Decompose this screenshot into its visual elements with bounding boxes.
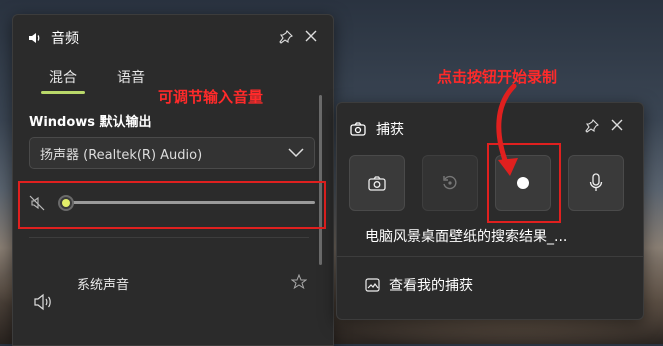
capture-title: 捕获	[376, 122, 404, 138]
audio-widget: 音频 混合 语音 Windows 默认输出 扬声器 (Realtek(R) Au…	[12, 14, 334, 346]
volume-hint-annotation: 可调节输入音量	[158, 88, 264, 106]
speaker-icon	[27, 30, 43, 46]
scrollbar[interactable]	[319, 95, 322, 265]
gallery-icon	[365, 277, 381, 293]
pin-icon[interactable]	[279, 30, 293, 44]
chevron-down-icon	[288, 148, 304, 158]
view-captures-label: 查看我的捕获	[389, 278, 473, 294]
microphone-icon	[589, 173, 603, 193]
audio-header: 音频	[27, 28, 79, 48]
divider	[337, 256, 643, 257]
close-icon[interactable]	[305, 30, 317, 42]
record-last-button[interactable]	[422, 155, 478, 211]
replay-icon	[441, 174, 459, 192]
volume-highlight-box	[18, 181, 326, 229]
view-captures-link[interactable]: 查看我的捕获	[365, 275, 473, 295]
system-sounds-speaker-icon	[33, 293, 53, 311]
arrow-icon	[496, 84, 518, 176]
tab-voice[interactable]: 语音	[117, 67, 145, 87]
last-capture-filename[interactable]: 电脑风景桌面壁纸的搜索结果_...	[365, 226, 567, 246]
star-icon[interactable]	[291, 274, 307, 290]
camera-icon	[368, 175, 386, 191]
divider	[29, 237, 309, 238]
tab-mix-indicator	[41, 91, 85, 94]
tab-mix[interactable]: 混合	[49, 67, 77, 87]
close-icon[interactable]	[611, 119, 623, 131]
pin-icon[interactable]	[585, 119, 599, 133]
output-device-value: 扬声器 (Realtek(R) Audio)	[40, 147, 203, 163]
output-device-dropdown[interactable]: 扬声器 (Realtek(R) Audio)	[29, 137, 315, 169]
microphone-button[interactable]	[568, 155, 624, 211]
default-output-label: Windows 默认输出	[29, 115, 152, 130]
capture-header: 捕获	[350, 119, 404, 139]
audio-title: 音频	[51, 31, 79, 47]
screenshot-button[interactable]	[349, 155, 405, 211]
camera-small-icon	[350, 122, 366, 136]
app-row-system-sounds: 系统声音	[77, 278, 130, 293]
